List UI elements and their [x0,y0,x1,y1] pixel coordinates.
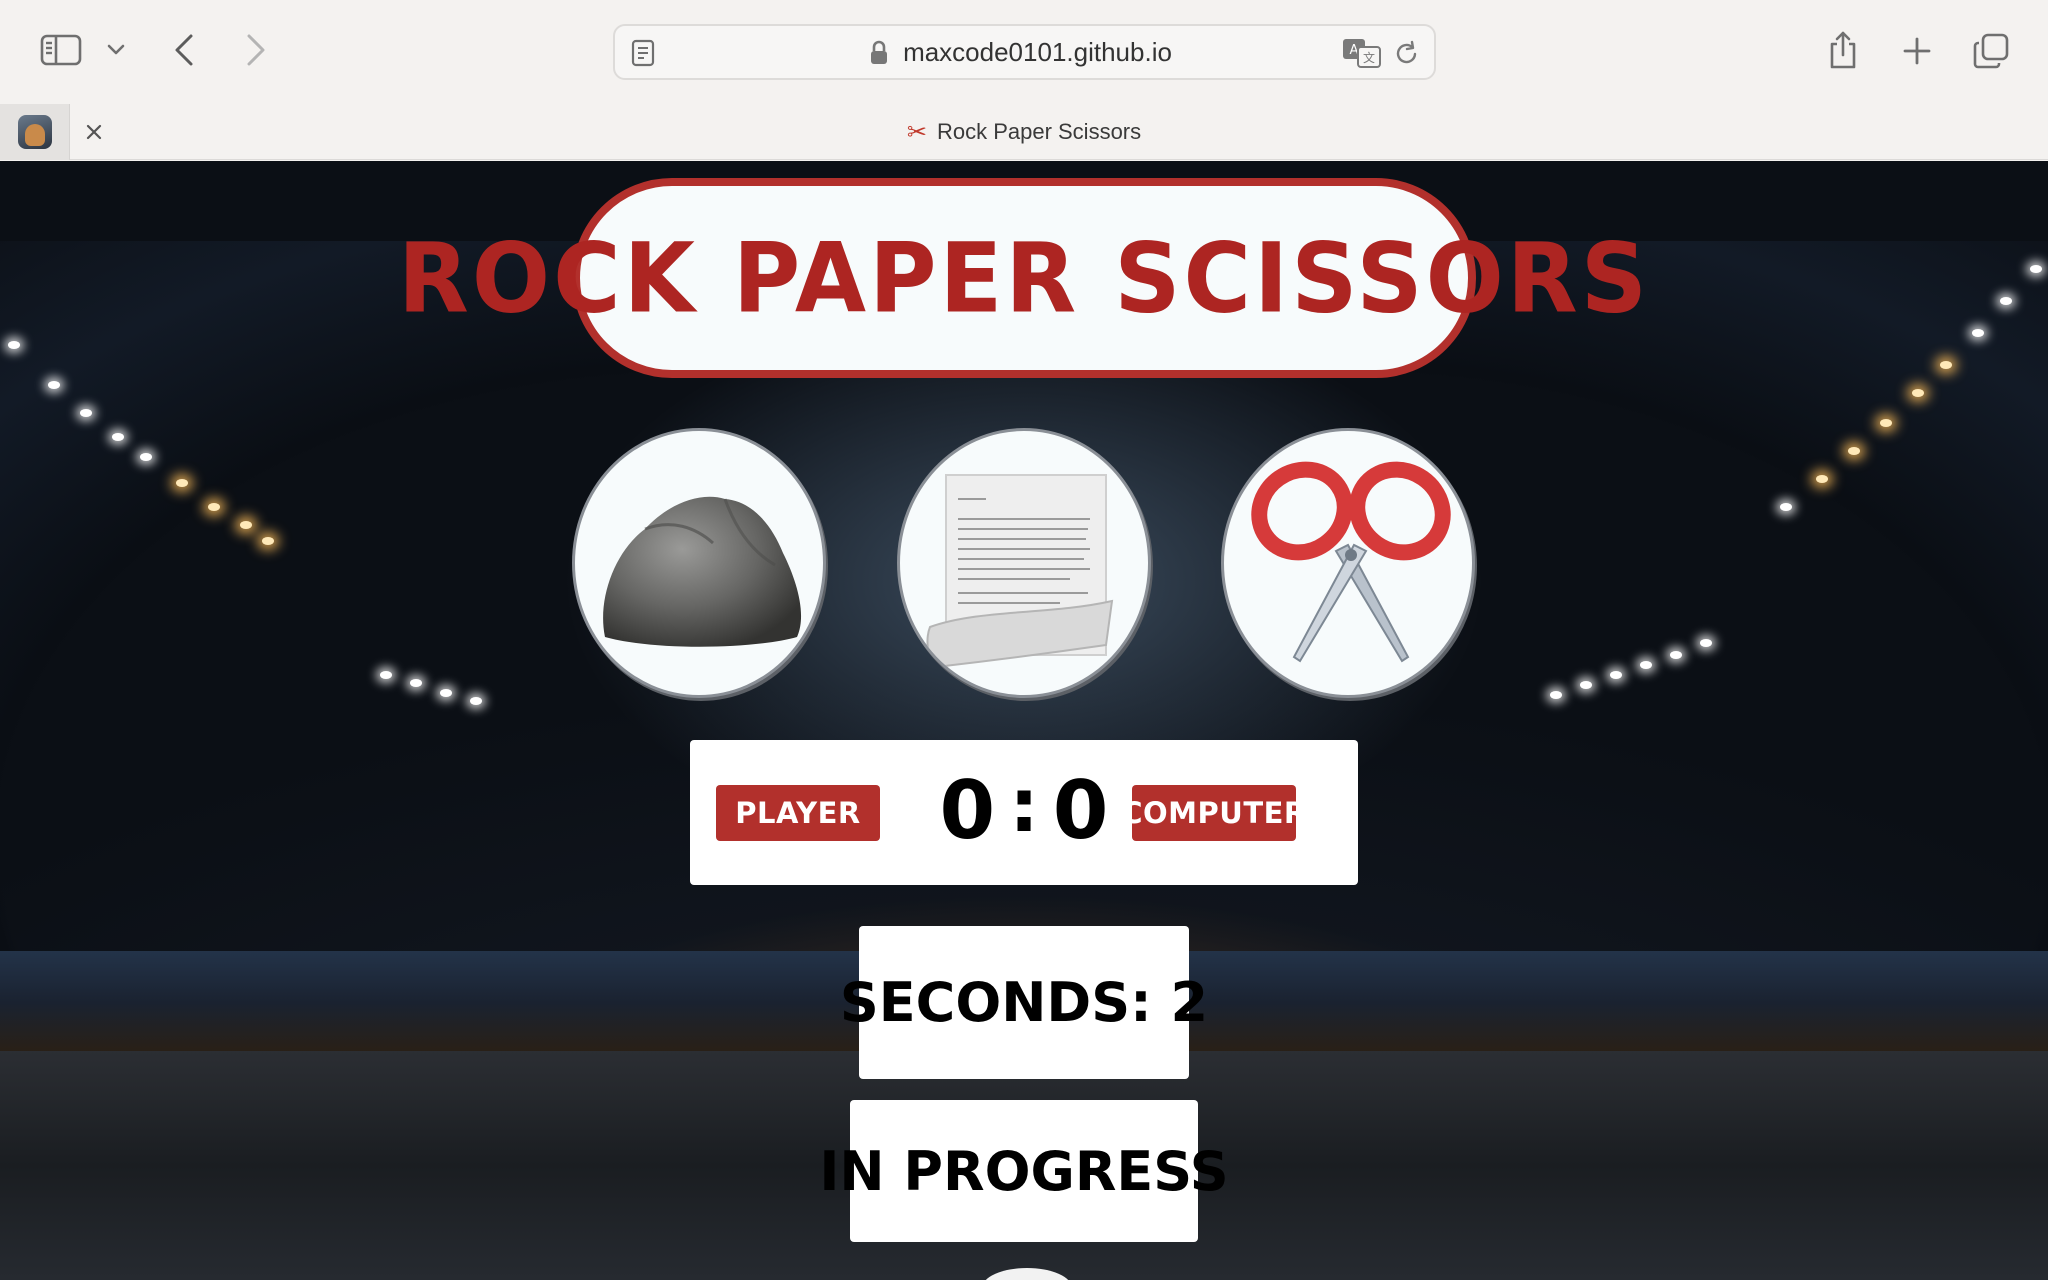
stadium-light [1972,329,1984,337]
game-title: ROCK PAPER SCISSORS [398,178,1647,378]
stadium-light [176,479,188,487]
stadium-light [1550,691,1562,699]
stadium-light [1610,671,1622,679]
page-title: ROCK PAPER SCISSORS [398,221,1650,335]
score-separator: : [1009,763,1039,849]
sidebar-toggle-icon[interactable] [38,30,84,70]
svg-text:文: 文 [1363,50,1375,65]
stadium-light [2000,297,2012,305]
stadium-light [140,453,152,461]
stadium-light [208,503,220,511]
back-icon[interactable] [168,32,200,68]
stadium-light [1816,475,1828,483]
rock-button[interactable] [572,428,826,698]
score-display: 0 : 0 [940,760,1109,860]
player-score: 0 [939,763,996,857]
scissors-icon [1251,461,1451,663]
stadium-light [1700,639,1712,647]
stadium-light [1912,389,1924,397]
stadium-light [1670,651,1682,659]
reload-icon[interactable] [1394,39,1420,72]
stadium-light [8,341,20,349]
stadium-light [440,689,452,697]
rock-icon [603,496,802,647]
stadium-light [410,679,422,687]
stadium-light [1848,447,1860,455]
address-bar[interactable]: maxcode0101.github.io A文 [613,24,1436,80]
scissors-button[interactable] [1221,428,1475,698]
stadium-light [2030,265,2042,273]
browser-toolbar: maxcode0101.github.io A文 [0,0,2048,104]
player-label: PLAYER [716,785,880,841]
stadium-light [1880,419,1892,427]
stadium-light [1580,681,1592,689]
stadium-light [80,409,92,417]
game-status: IN PROGRESS [819,1100,1229,1242]
translate-icon[interactable]: A文 [1342,38,1382,73]
chevron-down-icon[interactable] [104,38,128,62]
url-text[interactable]: maxcode0101.github.io [615,26,1434,78]
stadium-light [1780,503,1792,511]
share-icon[interactable] [1826,28,1860,72]
computer-score: 0 [1052,763,1109,857]
timer-display: SECONDS: 2 [840,926,1208,1079]
stadium-light [262,537,274,545]
new-tab-icon[interactable] [1900,34,1934,68]
stadium-light [240,521,252,529]
stadium-light [1640,661,1652,669]
paper-button[interactable] [897,428,1151,698]
stadium-light [48,381,60,389]
tab-title-label: Rock Paper Scissors [936,119,1142,144]
scoreboard: PLAYER 0 : 0 COMPUTER [690,740,1358,885]
computer-label: COMPUTER [1121,785,1306,841]
stadium-light [470,697,482,705]
stadium-light [380,671,392,679]
scissors-icon: ✂ [906,118,927,146]
forward-icon[interactable] [240,32,272,68]
stadium-light [1940,361,1952,369]
paper-icon [926,474,1114,669]
stadium-light [112,433,124,441]
tab-active[interactable]: ✂ Rock Paper Scissors [0,104,2048,160]
tab-overview-icon[interactable] [1972,32,2010,70]
